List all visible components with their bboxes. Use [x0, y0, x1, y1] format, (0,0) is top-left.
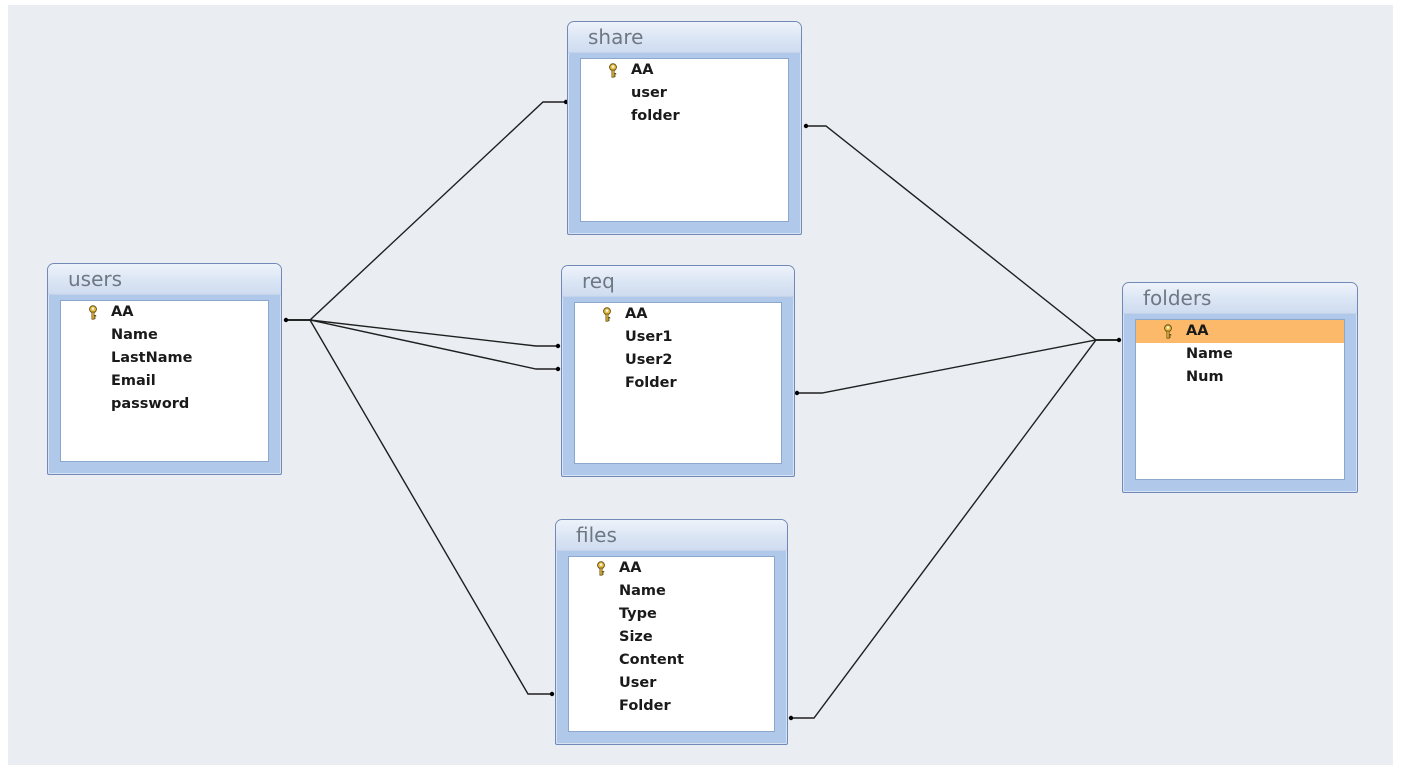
field-row[interactable]: folder [581, 105, 788, 128]
field-row-primary-key[interactable]: AA [569, 557, 774, 580]
field-row-primary-key[interactable]: AA [61, 301, 268, 324]
table-files[interactable]: files AA Name Type Size Content User Fol… [555, 519, 788, 745]
field-name: Name [619, 583, 666, 599]
field-row[interactable]: Num [1136, 366, 1344, 389]
relationships-canvas: users AA Name LastName Email password sh… [0, 0, 1401, 767]
table-users[interactable]: users AA Name LastName Email password [47, 263, 282, 475]
field-name: folder [631, 108, 680, 124]
field-name: AA [1186, 323, 1209, 339]
field-name: Name [1186, 346, 1233, 362]
key-icon [603, 307, 611, 322]
table-title[interactable]: folders [1123, 283, 1357, 314]
field-row[interactable]: Content [569, 649, 774, 672]
field-row[interactable]: User [569, 672, 774, 695]
field-row[interactable]: User1 [575, 326, 781, 349]
key-icon [609, 63, 617, 78]
field-name: Folder [625, 375, 677, 391]
field-name: AA [625, 306, 648, 322]
field-row[interactable]: password [61, 393, 268, 416]
field-list[interactable]: AA Name Num [1135, 319, 1345, 480]
table-share[interactable]: share AA user folder [567, 21, 802, 235]
field-name: AA [111, 304, 134, 320]
field-name: AA [619, 560, 642, 576]
field-name: AA [631, 62, 654, 78]
field-row[interactable]: Name [61, 324, 268, 347]
table-title[interactable]: share [568, 22, 801, 53]
key-icon [1164, 324, 1172, 339]
field-list[interactable]: AA Name LastName Email password [60, 300, 269, 462]
field-row[interactable]: Type [569, 603, 774, 626]
field-name: password [111, 396, 190, 412]
field-name: User1 [625, 329, 673, 345]
key-icon [597, 561, 605, 576]
key-icon [89, 305, 97, 320]
field-row[interactable]: User2 [575, 349, 781, 372]
field-name: user [631, 85, 667, 101]
field-row[interactable]: LastName [61, 347, 268, 370]
field-name: Folder [619, 698, 671, 714]
table-req[interactable]: req AA User1 User2 Folder [561, 265, 795, 477]
field-name: LastName [111, 350, 193, 366]
field-row-primary-key-selected[interactable]: AA [1136, 320, 1344, 343]
field-list[interactable]: AA User1 User2 Folder [574, 302, 782, 464]
field-row[interactable]: Folder [569, 695, 774, 718]
field-list[interactable]: AA user folder [580, 58, 789, 222]
field-name: Content [619, 652, 684, 668]
field-row[interactable]: Email [61, 370, 268, 393]
field-row[interactable]: user [581, 82, 788, 105]
table-folders[interactable]: folders AA Name Num [1122, 282, 1358, 493]
field-name: Type [619, 606, 657, 622]
field-row[interactable]: Folder [575, 372, 781, 395]
field-row-primary-key[interactable]: AA [581, 59, 788, 82]
table-title[interactable]: files [556, 520, 787, 551]
field-row[interactable]: Name [1136, 343, 1344, 366]
field-row-primary-key[interactable]: AA [575, 303, 781, 326]
field-name: Name [111, 327, 158, 343]
field-name: User2 [625, 352, 673, 368]
field-row[interactable]: Size [569, 626, 774, 649]
field-row[interactable]: Name [569, 580, 774, 603]
field-name: Num [1186, 369, 1224, 385]
field-name: Email [111, 373, 156, 389]
field-list[interactable]: AA Name Type Size Content User Folder [568, 556, 775, 732]
field-name: User [619, 675, 657, 691]
table-title[interactable]: users [48, 264, 281, 295]
field-name: Size [619, 629, 653, 645]
table-title[interactable]: req [562, 266, 794, 297]
